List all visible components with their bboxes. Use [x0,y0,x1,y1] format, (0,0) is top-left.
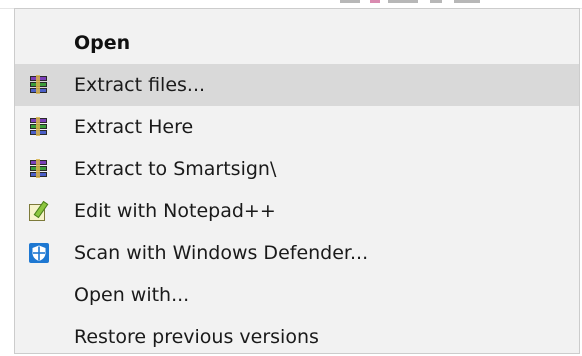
menu-item-label: Restore previous versions [74,326,319,348]
menu-item-label: Extract Here [74,116,194,138]
menu-item-open[interactable]: Open [15,22,579,64]
winrar-icon [27,116,51,138]
menu-item-edit-with-notepad-plus-plus[interactable]: Edit with Notepad++ [15,190,579,232]
menu-item-extract-here[interactable]: Extract Here [15,106,579,148]
menu-item-label: Scan with Windows Defender... [74,242,369,264]
windows-defender-shield-icon [27,242,51,264]
menu-item-restore-previous-versions[interactable]: Restore previous versions [15,316,579,356]
background-content-sliver [330,0,490,6]
context-menu: Open Extract files... Extract Here Extra… [14,8,580,354]
menu-item-extract-files[interactable]: Extract files... [15,64,579,106]
menu-item-label: Open with... [74,284,190,306]
winrar-icon [27,74,51,96]
menu-item-open-with[interactable]: Open with... [15,274,579,316]
menu-item-label: Edit with Notepad++ [74,200,276,222]
menu-item-extract-to-folder[interactable]: Extract to Smartsign\ [15,148,579,190]
notepad-plus-plus-icon [27,200,51,222]
menu-item-label: Extract to Smartsign\ [74,158,277,180]
screen: Open Extract files... Extract Here Extra… [0,0,582,356]
menu-item-label: Extract files... [74,74,206,96]
menu-item-scan-with-windows-defender[interactable]: Scan with Windows Defender... [15,232,579,274]
winrar-icon [27,158,51,180]
menu-item-label: Open [74,32,131,54]
